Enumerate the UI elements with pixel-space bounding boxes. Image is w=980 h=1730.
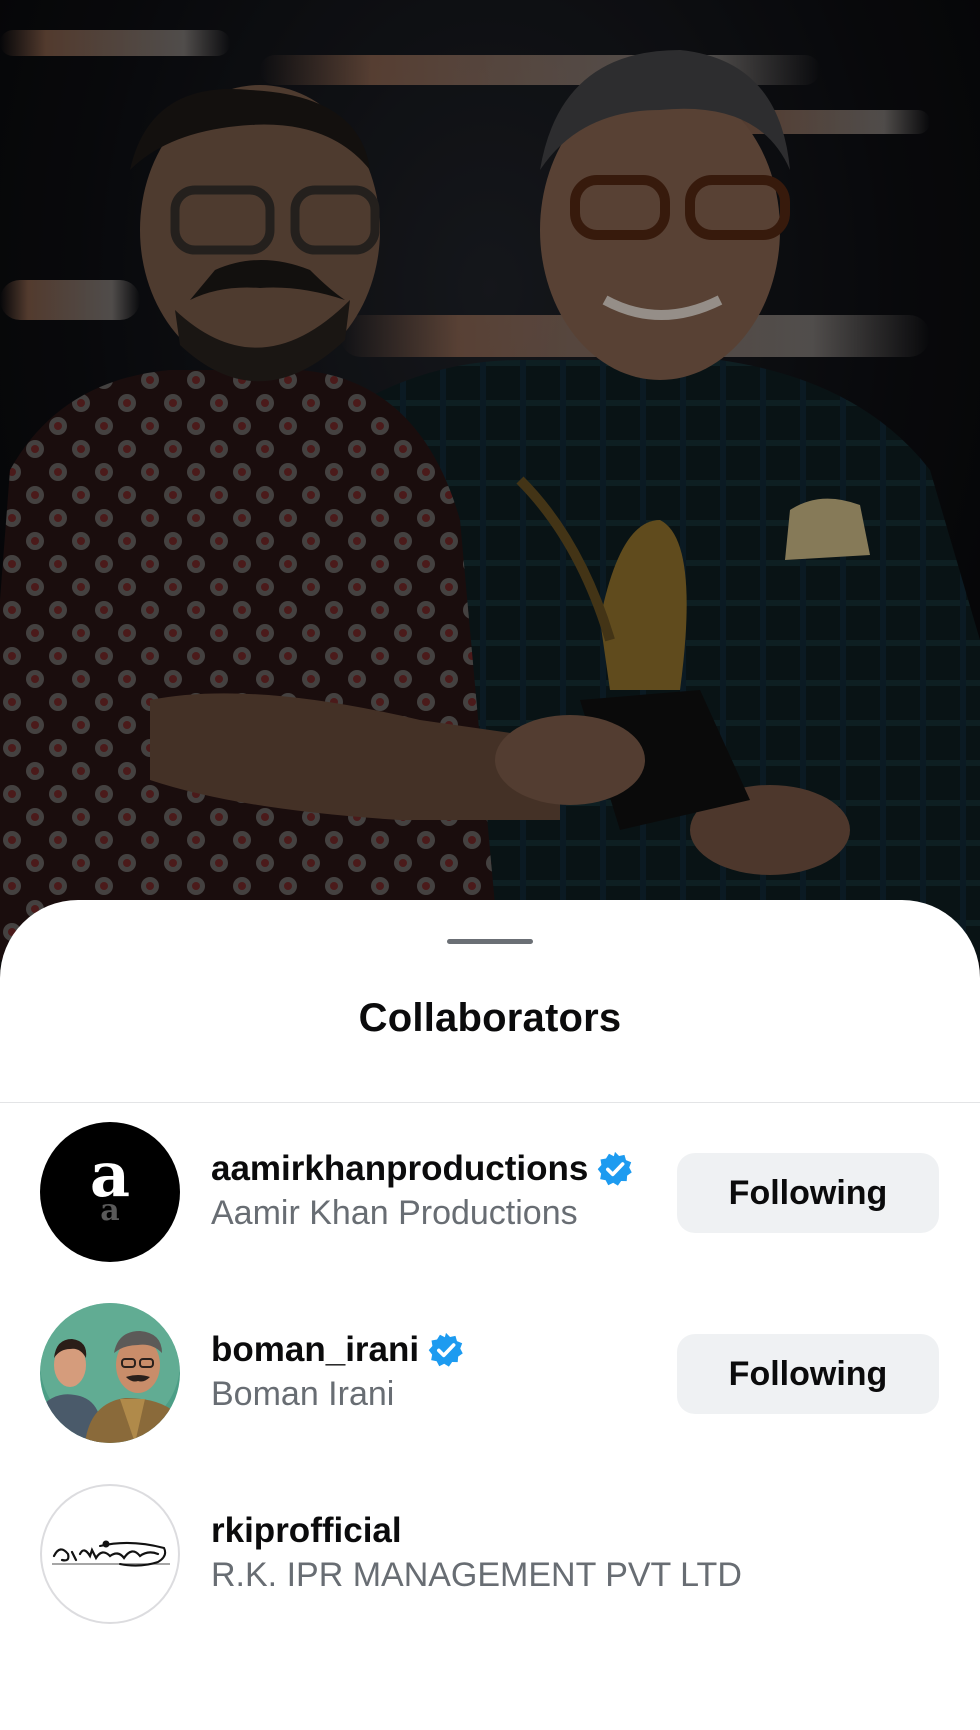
user-info: boman_irani Boman Irani [211,1327,464,1414]
avatar[interactable] [40,1484,180,1624]
verified-badge-icon [597,1151,633,1187]
full-name: Aamir Khan Productions [211,1194,578,1232]
sheet-divider [0,1102,980,1103]
collaborators-sheet: Collaborators a a aamirkhanproductions A… [0,900,980,1730]
sheet-title: Collaborators [358,996,622,1040]
avatar[interactable]: a a [40,1122,180,1262]
post-photo-background [0,0,980,960]
user-info: rkiprofficial R.K. IPR MANAGEMENT PVT LT… [211,1508,742,1595]
username[interactable]: boman_irani [211,1330,419,1370]
username[interactable]: aamirkhanproductions [211,1149,588,1189]
collaborator-row-aamirkhanproductions[interactable]: a a aamirkhanproductions Aamir Khan Prod… [0,1120,980,1270]
collaborator-row-rkiprofficial[interactable]: rkiprofficial R.K. IPR MANAGEMENT PVT LT… [0,1482,980,1632]
username[interactable]: rkiprofficial [211,1511,402,1551]
verified-badge-icon [428,1332,464,1368]
avatar[interactable] [40,1303,180,1443]
rk-signature-logo-icon [52,1540,170,1567]
boman-irani-illustration-icon [40,1303,180,1443]
collaborator-row-boman_irani[interactable]: boman_irani Boman Irani Following [0,1301,980,1451]
full-name: Boman Irani [211,1375,395,1413]
user-info: aamirkhanproductions Aamir Khan Producti… [211,1146,633,1233]
aamir-khan-productions-logo-icon: a a [90,1138,130,1228]
photo-dim-overlay [0,0,980,960]
sheet-drag-handle[interactable] [447,939,533,944]
following-button[interactable]: Following [677,1334,939,1414]
following-button[interactable]: Following [677,1153,939,1233]
full-name: R.K. IPR MANAGEMENT PVT LTD [211,1556,742,1594]
svg-text:a: a [100,1193,119,1228]
